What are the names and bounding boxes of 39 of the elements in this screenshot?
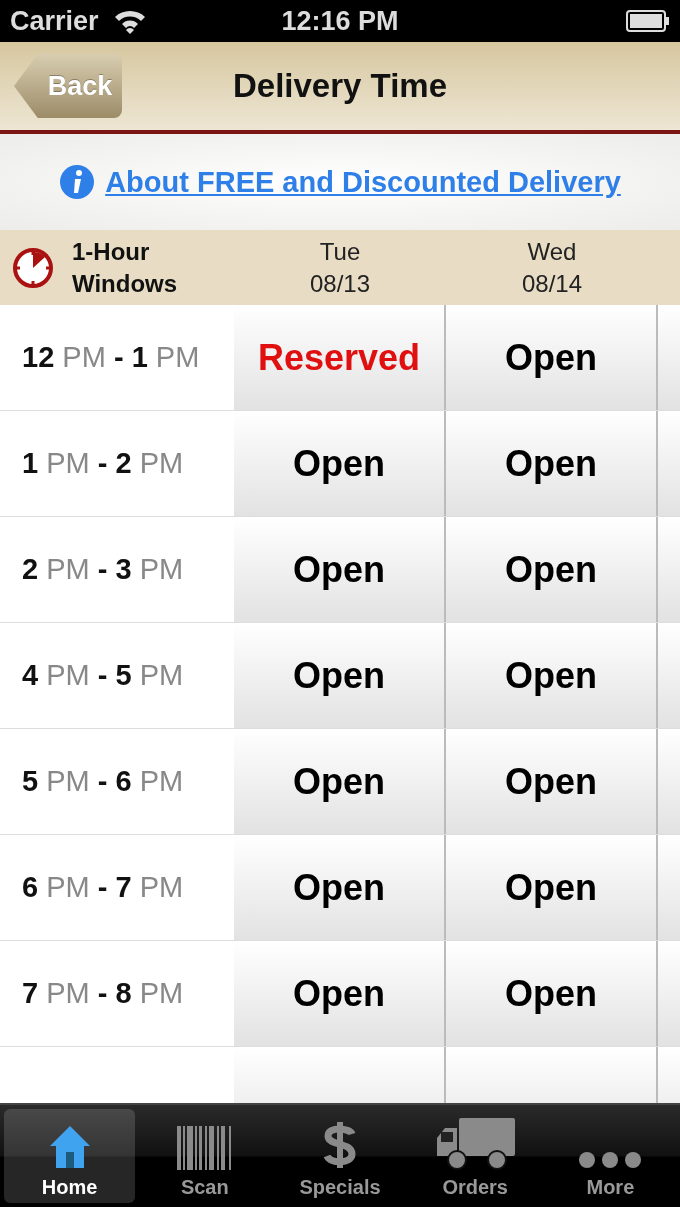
dollar-icon bbox=[322, 1120, 358, 1170]
tab[interactable]: Home bbox=[4, 1109, 136, 1203]
time-window: 7 PM - 8 PM bbox=[22, 977, 184, 1010]
time-slot[interactable]: Open bbox=[234, 623, 446, 728]
time-slot[interactable]: Open bbox=[234, 517, 446, 622]
time-slot[interactable]: Open bbox=[446, 941, 658, 1046]
info-icon bbox=[59, 164, 96, 200]
time-slot[interactable]: Open bbox=[446, 623, 658, 728]
carrier-label: Carrier bbox=[10, 5, 99, 37]
time-slot[interactable]: Open bbox=[446, 729, 658, 834]
time-slot[interactable]: Open bbox=[234, 941, 446, 1046]
time-window: 5 PM - 6 PM bbox=[22, 765, 184, 798]
time-slot[interactable]: Open bbox=[446, 305, 658, 410]
time-slot[interactable]: Open bbox=[234, 835, 446, 940]
truck-icon bbox=[435, 1118, 516, 1170]
time-window: 12 PM - 1 PM bbox=[22, 341, 200, 374]
time-slot[interactable]: Open bbox=[446, 517, 658, 622]
time-slot[interactable]: Reserved bbox=[234, 305, 446, 410]
column-header: Wed 08/14 bbox=[521, 236, 583, 299]
barcode-icon bbox=[176, 1126, 233, 1170]
tab[interactable]: More bbox=[544, 1109, 676, 1203]
column-header: Tue 08/13 bbox=[309, 236, 371, 299]
tab[interactable]: Orders bbox=[409, 1109, 541, 1203]
time-window: 4 PM - 5 PM bbox=[22, 659, 184, 692]
clock-icon bbox=[12, 246, 54, 289]
time-window: 6 PM - 7 PM bbox=[22, 871, 184, 904]
page-title: Delivery Time bbox=[233, 67, 447, 105]
time-window: 2 PM - 3 PM bbox=[22, 553, 184, 586]
clock-time: 12:16 PM bbox=[281, 5, 399, 37]
time-slot[interactable]: Open bbox=[446, 835, 658, 940]
more-icon bbox=[577, 1150, 644, 1170]
time-slot[interactable]: Open bbox=[446, 411, 658, 516]
time-window: 1 PM - 2 PM bbox=[22, 447, 184, 480]
battery-icon bbox=[626, 10, 670, 32]
tab[interactable]: Scan bbox=[139, 1109, 271, 1203]
time-slot[interactable]: Open bbox=[234, 729, 446, 834]
header-label: 1-Hour Windows bbox=[72, 236, 179, 299]
tab[interactable]: Specials bbox=[274, 1109, 406, 1203]
time-slot[interactable]: Open bbox=[234, 411, 446, 516]
